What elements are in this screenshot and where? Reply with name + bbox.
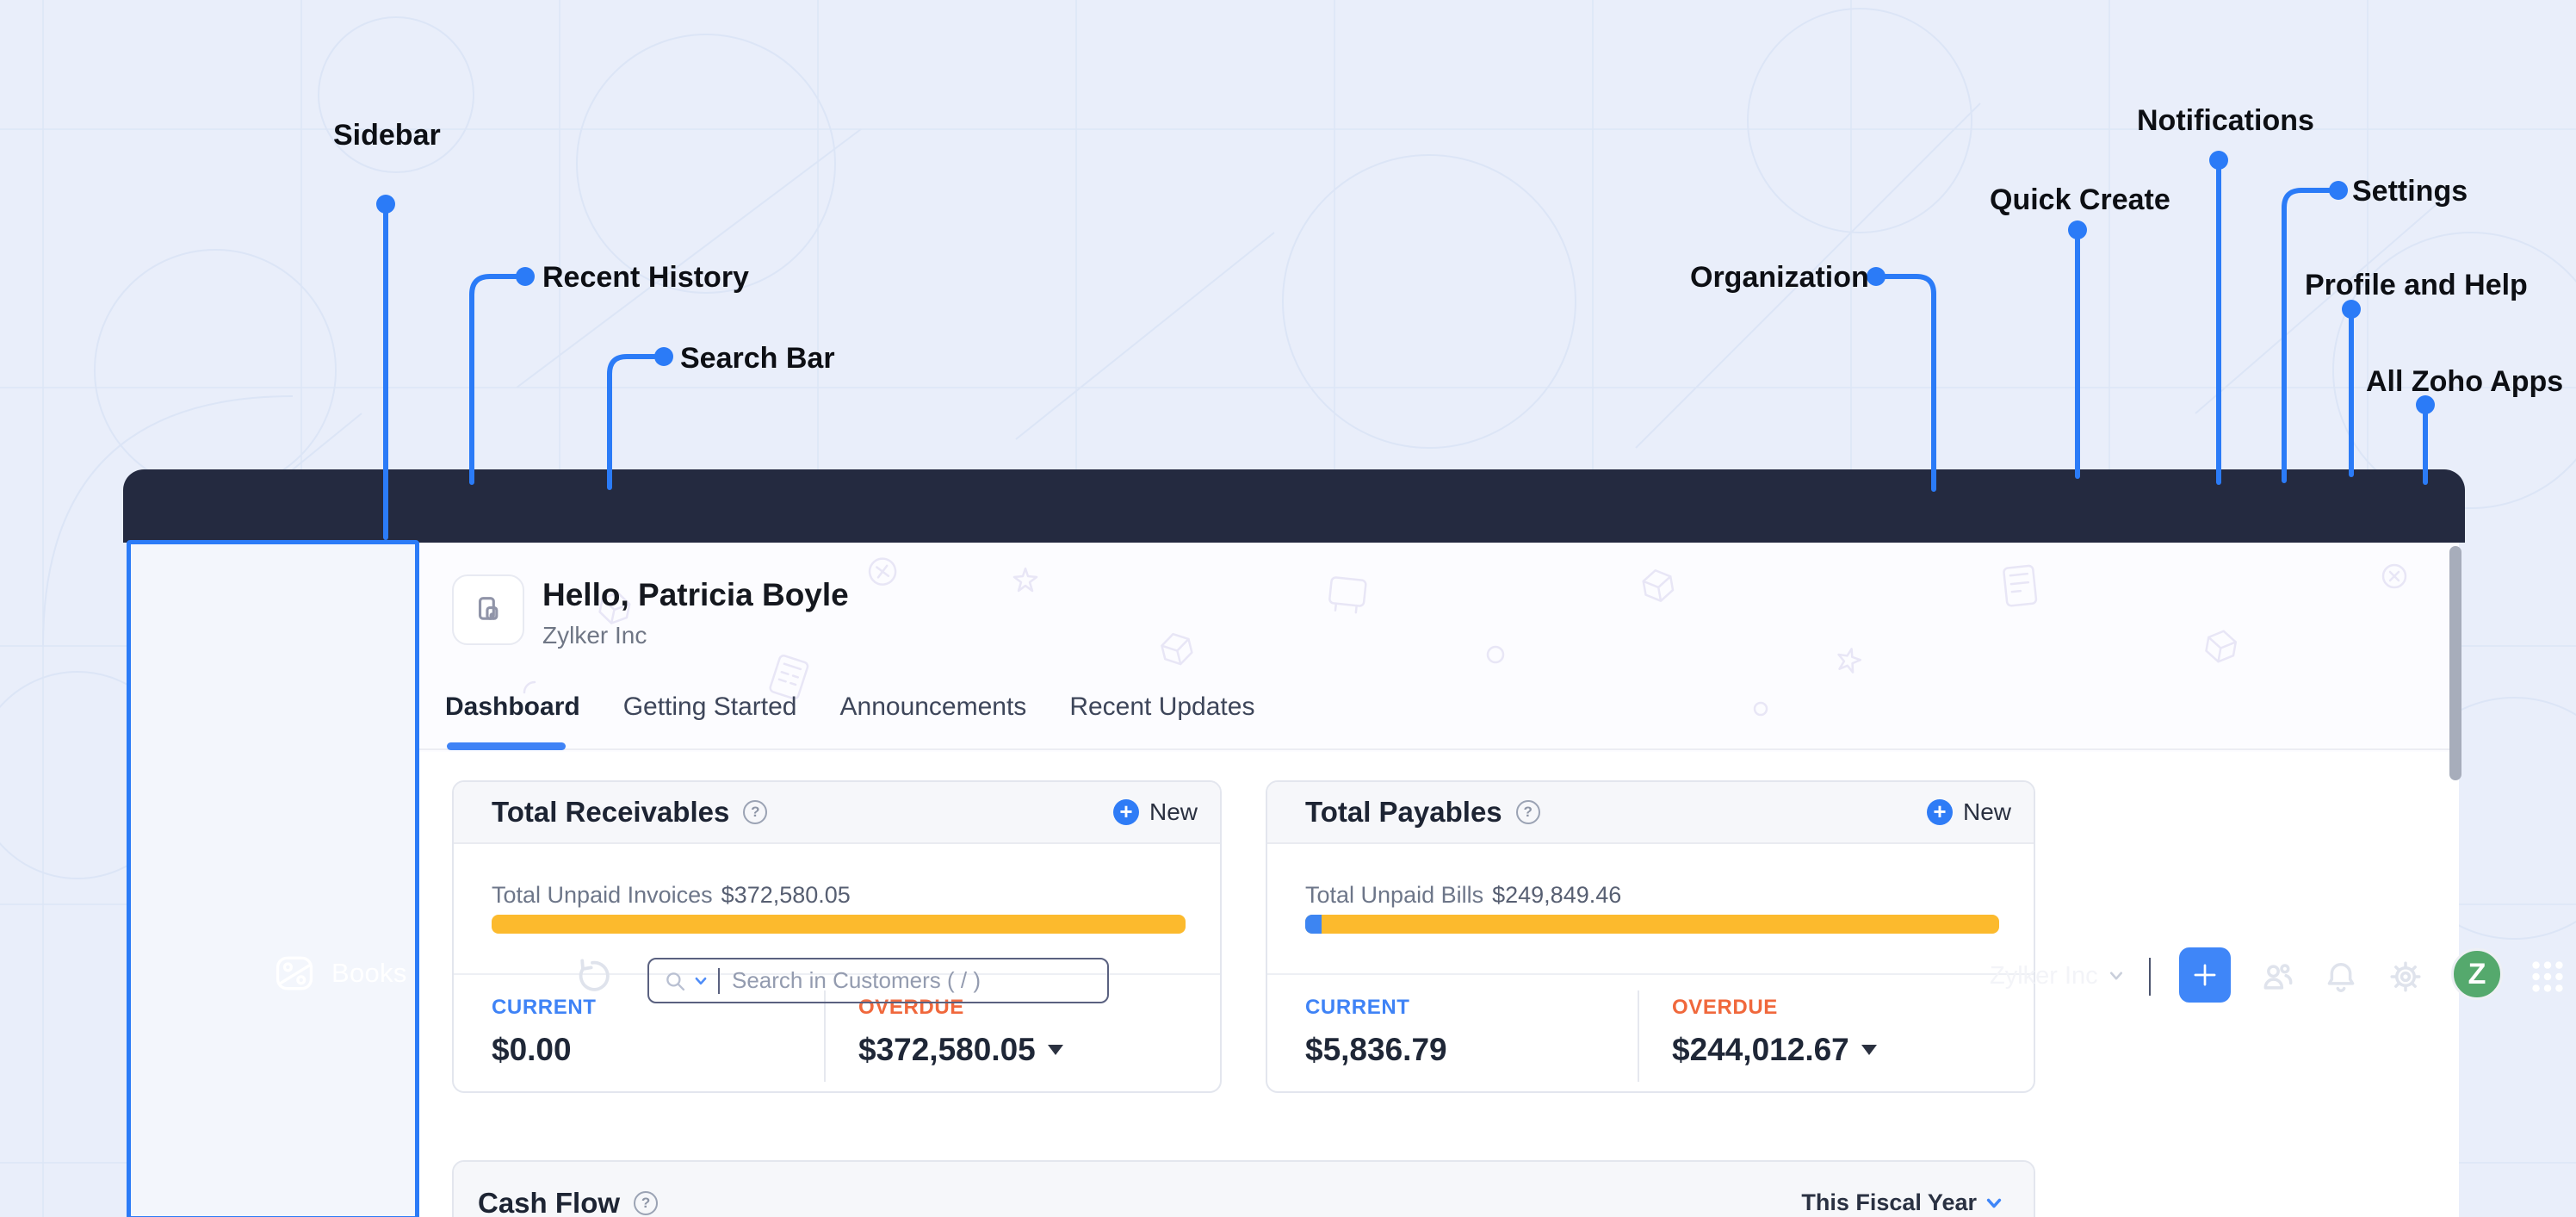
top-bar: Books Zylker Inc (123, 469, 2563, 1003)
total-payables-card: Total Payables New Total Unpaid Bills $2… (1266, 780, 2035, 1093)
caret-down-icon (1047, 1045, 1063, 1055)
plus-circle-icon (1112, 799, 1139, 825)
search-icon (666, 972, 685, 990)
active-tab-underline (447, 742, 566, 750)
document-icon (478, 597, 498, 620)
users-button[interactable] (2259, 958, 2297, 996)
avatar-initial: Z (2468, 957, 2486, 990)
recent-history-button[interactable] (574, 955, 616, 997)
annotation-organization: Organization (1690, 261, 1869, 294)
summary-value: $372,580.05 (721, 882, 851, 908)
help-icon[interactable] (1515, 800, 1540, 824)
receivables-progress-bar (492, 915, 1186, 934)
caret-down-icon (1861, 1045, 1877, 1055)
notifications-button[interactable] (2322, 958, 2360, 996)
fiscal-filter-label: This Fiscal Year (1801, 1189, 1977, 1215)
tab-dashboard[interactable]: Dashboard (445, 692, 580, 744)
new-button-label: New (1962, 798, 2011, 825)
greeting-card-icon (452, 574, 524, 645)
annotation-settings: Settings (2352, 175, 2468, 208)
annotation-notifications: Notifications (2137, 104, 2314, 137)
card-divider (1267, 973, 2034, 975)
grid-apps-icon (2532, 961, 2563, 992)
overdue-value: $244,012.67 (1672, 1032, 1849, 1067)
payables-title: Total Payables (1305, 796, 1502, 828)
chevron-down-icon (1986, 1198, 2002, 1208)
receivables-title: Total Receivables (492, 796, 730, 828)
chevron-down-icon (2109, 972, 2122, 980)
search-input[interactable] (720, 967, 1107, 994)
greeting-text: Hello, Patricia Boyle (542, 577, 849, 612)
receivables-current: CURRENT $0.00 (492, 996, 597, 1068)
summary-label: Total Unpaid Invoices (492, 882, 713, 908)
total-receivables-card: Total Receivables New Total Unpaid Invoi… (452, 780, 1222, 1093)
search-bar[interactable] (647, 958, 1109, 1003)
tab-getting-started[interactable]: Getting Started (623, 692, 797, 744)
payables-new-button[interactable]: New (1926, 798, 2011, 826)
users-icon (2263, 964, 2293, 990)
tab-announcements[interactable]: Announcements (840, 692, 1027, 744)
progress-current-segment (1305, 915, 1322, 934)
help-icon[interactable] (634, 1190, 659, 1215)
current-label: CURRENT (492, 996, 597, 1019)
current-value: $0.00 (492, 1032, 572, 1067)
organization-switcher[interactable]: Zylker Inc (1990, 950, 2124, 1002)
overdue-label: OVERDUE (1672, 996, 1778, 1019)
all-apps-button[interactable] (2528, 957, 2566, 995)
vertical-scrollbar[interactable] (2449, 546, 2461, 780)
annotation-sidebar: Sidebar (333, 119, 441, 152)
cash-flow-header: Cash Flow This Fiscal Year (454, 1162, 2034, 1217)
profile-avatar[interactable]: Z (2451, 948, 2503, 1000)
bell-icon (2327, 962, 2355, 992)
cash-flow-card: Cash Flow This Fiscal Year (452, 1160, 2035, 1217)
card-vertical-divider (1638, 990, 1639, 1082)
payables-current: CURRENT $5,836.79 (1305, 996, 1447, 1068)
dashboard-tabs: Dashboard Getting Started Announcements … (445, 692, 1254, 744)
fiscal-year-filter[interactable]: This Fiscal Year (1801, 1189, 2003, 1216)
gear-icon (2390, 961, 2421, 992)
payables-overdue: OVERDUE $244,012.67 (1672, 996, 1877, 1068)
sidebar-annotation-outline (127, 540, 419, 1217)
history-icon (579, 959, 610, 991)
annotation-search-bar: Search Bar (680, 342, 835, 375)
receivables-overdue: OVERDUE $372,580.05 (858, 996, 1063, 1068)
tab-recent-updates[interactable]: Recent Updates (1069, 692, 1254, 744)
organization-name: Zylker Inc (1990, 961, 2098, 990)
plus-icon (2194, 964, 2216, 986)
greeting-company: Zylker Inc (542, 622, 647, 649)
current-value: $5,836.79 (1305, 1032, 1447, 1067)
quick-create-button[interactable] (2179, 947, 2231, 1003)
annotation-all-zoho-apps: All Zoho Apps (2366, 365, 2564, 398)
search-scope-chevron-icon[interactable] (694, 974, 708, 988)
annotation-recent-history: Recent History (542, 261, 749, 294)
summary-label: Total Unpaid Bills (1305, 882, 1484, 908)
annotation-profile-help: Profile and Help (2305, 269, 2528, 301)
overdue-value-row[interactable]: $244,012.67 (1672, 1032, 1877, 1068)
payables-progress-bar (1305, 915, 1999, 934)
payables-summary: Total Unpaid Bills $249,849.46 (1305, 882, 1621, 909)
summary-value: $249,849.46 (1492, 882, 1622, 908)
overdue-value: $372,580.05 (858, 1032, 1036, 1067)
annotation-quick-create: Quick Create (1990, 183, 2170, 216)
settings-button[interactable] (2387, 958, 2424, 996)
payables-card-header: Total Payables New (1267, 782, 2034, 844)
receivables-summary: Total Unpaid Invoices $372,580.05 (492, 882, 851, 909)
help-icon[interactable] (743, 800, 768, 824)
cash-flow-title: Cash Flow (478, 1186, 621, 1217)
current-label: CURRENT (1305, 996, 1410, 1019)
receivables-card-header: Total Receivables New (454, 782, 1220, 844)
new-button-label: New (1149, 798, 1198, 825)
tabs-divider (419, 748, 2450, 750)
card-vertical-divider (824, 990, 826, 1082)
topbar-divider (2149, 958, 2151, 996)
receivables-new-button[interactable]: New (1112, 798, 1198, 826)
overdue-value-row[interactable]: $372,580.05 (858, 1032, 1063, 1068)
plus-circle-icon (1926, 799, 1953, 825)
